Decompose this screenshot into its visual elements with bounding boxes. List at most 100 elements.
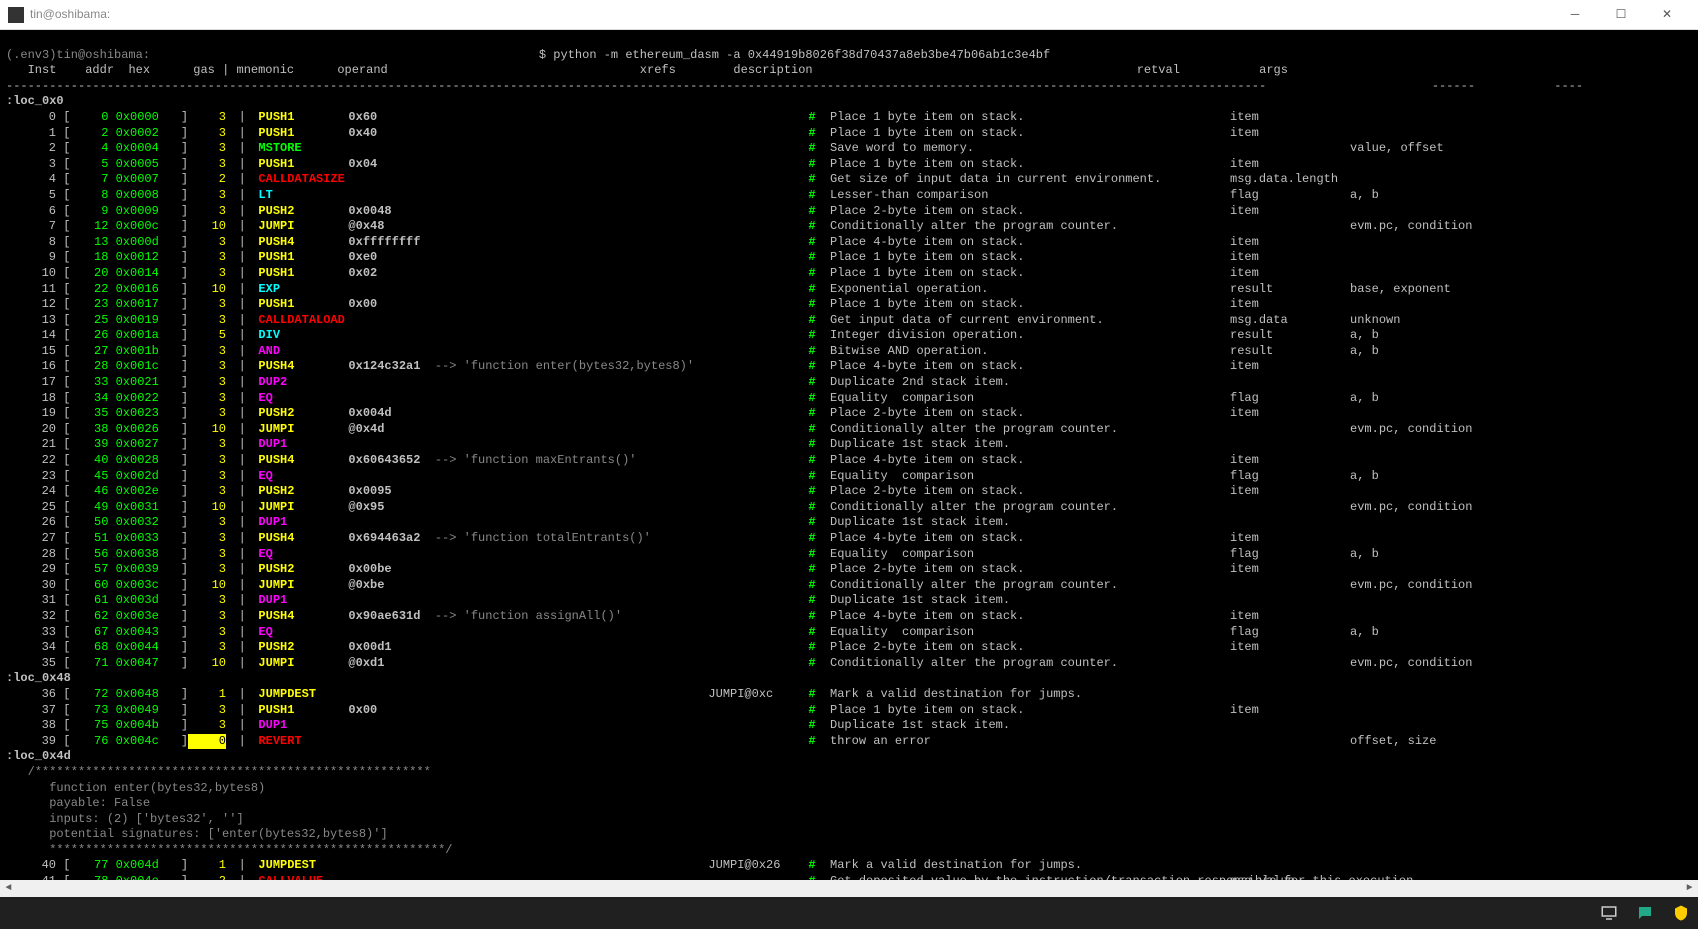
comment-line: potential signatures: ['enter(bytes32,by… bbox=[6, 827, 388, 841]
inst-index: 4 bbox=[6, 172, 56, 188]
disasm-row: 1 [ 2 0x0002 ] 3 | PUSH1 0x40 # Place 1 … bbox=[6, 126, 1692, 142]
mnemonic: PUSH4 bbox=[258, 359, 348, 375]
disasm-row: 13 [ 25 0x0019 ] 3 | CALLDATALOAD # Get … bbox=[6, 313, 1692, 329]
scroll-right-arrow[interactable]: ► bbox=[1681, 880, 1698, 897]
inst-index: 39 bbox=[6, 734, 56, 750]
args: unknown bbox=[1350, 313, 1400, 329]
hash-marker: # bbox=[808, 110, 815, 124]
addr-hex: 0x0019 bbox=[116, 313, 174, 329]
retval bbox=[1230, 437, 1350, 453]
operand: 0x60643652 --> 'function maxEntrants()' bbox=[348, 453, 708, 469]
operand bbox=[348, 344, 708, 360]
retval: item bbox=[1230, 235, 1350, 251]
maximize-button[interactable]: ☐ bbox=[1598, 0, 1644, 30]
gas-cost: 3 bbox=[188, 453, 226, 469]
monitor-icon[interactable] bbox=[1600, 904, 1618, 922]
operand: 0xffffffff bbox=[348, 235, 708, 251]
disasm-row: 39 [ 76 0x004c ] 0 | REVERT # throw an e… bbox=[6, 734, 1692, 750]
operand: 0x00be bbox=[348, 562, 708, 578]
mnemonic: DUP1 bbox=[258, 437, 348, 453]
addr-hex: 0x0004 bbox=[116, 141, 174, 157]
operand: @0xd1 bbox=[348, 656, 708, 672]
description: throw an error bbox=[830, 734, 1230, 750]
disasm-row: 28 [ 56 0x0038 ] 3 | EQ # Equality compa… bbox=[6, 547, 1692, 563]
description: Conditionally alter the program counter. bbox=[830, 219, 1230, 235]
header-underline: ----------------------------------------… bbox=[6, 79, 1583, 93]
addr-dec: 50 bbox=[70, 515, 108, 531]
inst-index: 26 bbox=[6, 515, 56, 531]
xref bbox=[708, 328, 808, 344]
inst-index: 32 bbox=[6, 609, 56, 625]
disasm-row: 12 [ 23 0x0017 ] 3 | PUSH1 0x00 # Place … bbox=[6, 297, 1692, 313]
scroll-left-arrow[interactable]: ◄ bbox=[0, 880, 17, 897]
retval: item bbox=[1230, 126, 1350, 142]
hash-marker: # bbox=[808, 734, 815, 748]
retval: msg.data.length bbox=[1230, 172, 1350, 188]
operand bbox=[348, 593, 708, 609]
disasm-row: 21 [ 39 0x0027 ] 3 | DUP1 # Duplicate 1s… bbox=[6, 437, 1692, 453]
xref: JUMPI@0xc bbox=[708, 687, 808, 703]
shield-icon[interactable] bbox=[1672, 904, 1690, 922]
disasm-row: 11 [ 22 0x0016 ] 10 | EXP # Exponential … bbox=[6, 282, 1692, 298]
hash-marker: # bbox=[808, 204, 815, 218]
hash-marker: # bbox=[808, 578, 815, 592]
gas-cost: 3 bbox=[188, 531, 226, 547]
addr-dec: 56 bbox=[70, 547, 108, 563]
hash-marker: # bbox=[808, 858, 815, 872]
minimize-button[interactable]: ─ bbox=[1552, 0, 1598, 30]
mnemonic: LT bbox=[258, 188, 348, 204]
mnemonic: EQ bbox=[258, 391, 348, 407]
description: Conditionally alter the program counter. bbox=[830, 500, 1230, 516]
retval bbox=[1230, 578, 1350, 594]
gas-cost: 3 bbox=[188, 406, 226, 422]
addr-hex: 0x002d bbox=[116, 469, 174, 485]
retval bbox=[1230, 734, 1350, 750]
close-button[interactable]: ✕ bbox=[1644, 0, 1690, 30]
retval: item bbox=[1230, 609, 1350, 625]
description: Conditionally alter the program counter. bbox=[830, 422, 1230, 438]
addr-dec: 9 bbox=[70, 204, 108, 220]
gas-cost: 3 bbox=[188, 718, 226, 734]
description: Place 1 byte item on stack. bbox=[830, 250, 1230, 266]
operand bbox=[348, 687, 708, 703]
addr-hex: 0x0048 bbox=[116, 687, 174, 703]
xref bbox=[708, 437, 808, 453]
xref bbox=[708, 500, 808, 516]
description: Duplicate 2nd stack item. bbox=[830, 375, 1230, 391]
operand bbox=[348, 718, 708, 734]
location-label: :loc_0x0 bbox=[6, 94, 64, 108]
operand: 0x40 bbox=[348, 126, 708, 142]
inst-index: 7 bbox=[6, 219, 56, 235]
retval: item bbox=[1230, 266, 1350, 282]
chat-icon[interactable] bbox=[1636, 904, 1654, 922]
xref bbox=[708, 344, 808, 360]
hash-marker: # bbox=[808, 172, 815, 186]
disasm-row: 23 [ 45 0x002d ] 3 | EQ # Equality compa… bbox=[6, 469, 1692, 485]
gas-cost: 10 bbox=[188, 500, 226, 516]
gas-cost: 3 bbox=[188, 359, 226, 375]
mnemonic: PUSH2 bbox=[258, 484, 348, 500]
mnemonic: EQ bbox=[258, 625, 348, 641]
addr-hex: 0x001c bbox=[116, 359, 174, 375]
description: Place 2-byte item on stack. bbox=[830, 406, 1230, 422]
args: offset, size bbox=[1350, 734, 1436, 750]
hash-marker: # bbox=[808, 531, 815, 545]
horizontal-scrollbar[interactable]: ◄ ► bbox=[0, 880, 1698, 897]
terminal-output[interactable]: (.env3)tin@oshibama: $ python -m ethereu… bbox=[0, 30, 1698, 897]
addr-hex: 0x003e bbox=[116, 609, 174, 625]
addr-hex: 0x0049 bbox=[116, 703, 174, 719]
operand: 0x124c32a1 --> 'function enter(bytes32,b… bbox=[348, 359, 708, 375]
taskbar bbox=[0, 897, 1698, 929]
disasm-row: 10 [ 20 0x0014 ] 3 | PUSH1 0x02 # Place … bbox=[6, 266, 1692, 282]
xref bbox=[708, 391, 808, 407]
operand: 0x0095 bbox=[348, 484, 708, 500]
mnemonic: JUMPDEST bbox=[258, 858, 348, 874]
mnemonic: EQ bbox=[258, 547, 348, 563]
disasm-row: 27 [ 51 0x0033 ] 3 | PUSH4 0x694463a2 --… bbox=[6, 531, 1692, 547]
disasm-row: 38 [ 75 0x004b ] 3 | DUP1 # Duplicate 1s… bbox=[6, 718, 1692, 734]
inst-index: 1 bbox=[6, 126, 56, 142]
retval: result bbox=[1230, 282, 1350, 298]
xref bbox=[708, 110, 808, 126]
addr-dec: 4 bbox=[70, 141, 108, 157]
addr-hex: 0x0016 bbox=[116, 282, 174, 298]
